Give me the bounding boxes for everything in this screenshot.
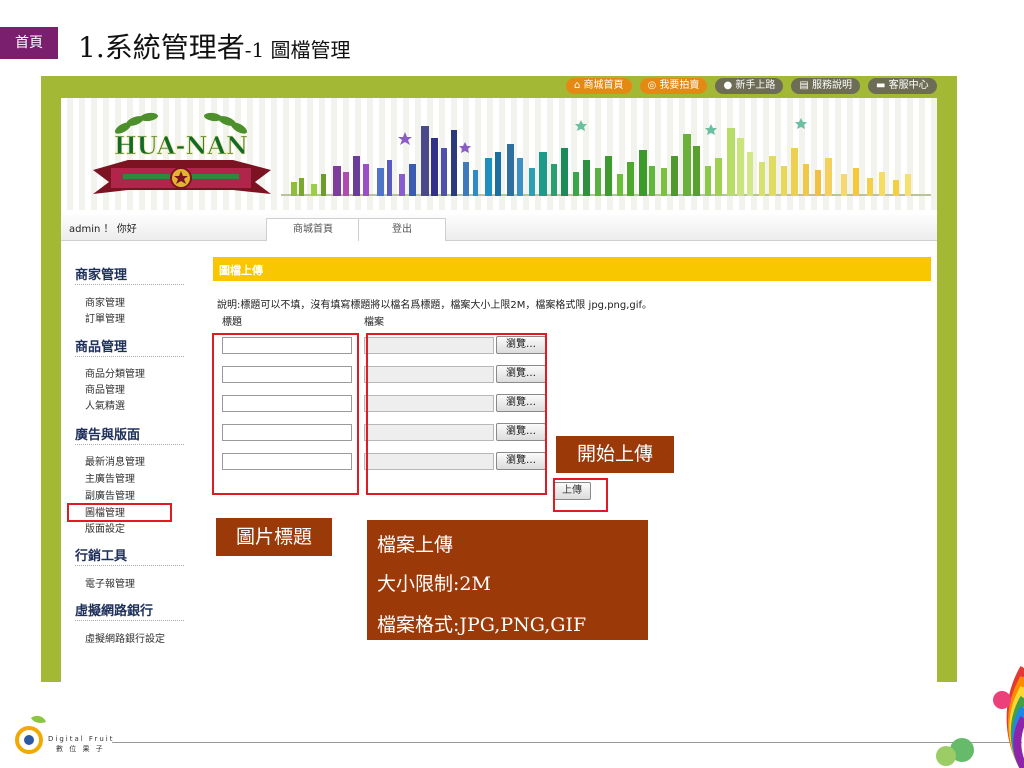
upload-instructions: 說明:標題可以不填，沒有填寫標題將以檔名爲標題，檔案大小上限2M，檔案格式限 j…: [217, 300, 653, 311]
annotation-box-upload-button: [553, 478, 608, 512]
sidebar-group-merchant[interactable]: 商家管理: [75, 264, 127, 283]
sidebar-item-popular-picks[interactable]: 人氣精選: [85, 397, 125, 412]
callout-line-file-upload: 檔案上傳: [377, 534, 454, 556]
sidebar-group-virtual-bank[interactable]: 虛擬網路銀行: [75, 600, 153, 619]
footer-divider: [112, 742, 1022, 743]
sidebar-item-virtual-bank-settings[interactable]: 虛擬網路銀行設定: [85, 630, 165, 645]
tab-label: 登出: [392, 224, 412, 235]
footer-brand-zh: 數 位 果 子: [56, 745, 105, 753]
status-bar: admin ！ 你好 商城首頁 登出: [61, 212, 937, 241]
footer-brand-en: Digital Fruit: [48, 735, 115, 743]
topnav-customer-service[interactable]: ▬ 客服中心: [867, 78, 937, 94]
sidebar-item-category-management[interactable]: 商品分類管理: [85, 365, 145, 380]
sidebar-item-newsletter[interactable]: 電子報管理: [85, 575, 135, 590]
site-banner: HUA-NAN: [61, 98, 937, 210]
sidebar-item-main-ad[interactable]: 主廣告管理: [85, 470, 135, 485]
slide-title-sub: -1 圖檔管理: [244, 38, 351, 62]
footer-brand: Digital Fruit 數 位 果 子: [48, 734, 114, 754]
top-nav: ⌂ 商城首頁 ◎ 我要拍賣 ● 新手上路 ▤ 服務說明 ▬ 客服中心: [566, 78, 937, 94]
annotation-box-file-column: [366, 333, 547, 495]
sidebar-divider: [75, 356, 184, 357]
column-header-file: 檔案: [364, 317, 384, 328]
city-skyline-illustration: [281, 118, 931, 196]
topnav-label: 我要拍賣: [659, 80, 700, 91]
sidebar-divider: [75, 284, 184, 285]
sidebar-item-sub-ad[interactable]: 副廣告管理: [85, 487, 135, 502]
slide-title: 1.系統管理者-1 圖檔管理: [78, 26, 351, 66]
sidebar-divider: [75, 444, 184, 445]
sidebar-item-product-management[interactable]: 商品管理: [85, 381, 125, 396]
user-greeting: admin ！ 你好: [69, 224, 137, 235]
topnav-auction[interactable]: ◎ 我要拍賣: [639, 78, 708, 94]
topnav-beginner[interactable]: ● 新手上路: [715, 78, 784, 94]
section-title: 圖檔上傳: [219, 264, 263, 277]
tab-logout[interactable]: 登出: [358, 218, 446, 241]
topnav-label: 商城首頁: [583, 80, 624, 91]
column-header-title: 標題: [222, 317, 242, 328]
logo-text: HUA-NAN: [114, 131, 248, 160]
sidebar-divider: [75, 565, 184, 566]
rainbow-decoration: [936, 666, 1024, 768]
topnav-service-info[interactable]: ▤ 服務說明: [791, 78, 860, 94]
topnav-label: 客服中心: [888, 80, 929, 91]
sidebar-item-news-management[interactable]: 最新消息管理: [85, 453, 145, 468]
callout-line-file-format: 檔案格式:JPG,PNG,GIF: [377, 614, 587, 636]
annotation-box-image-management: [67, 503, 172, 522]
callout-image-title: 圖片標題: [216, 518, 332, 556]
sidebar-group-products[interactable]: 商品管理: [75, 336, 127, 355]
tab-mall-home[interactable]: 商城首頁: [266, 218, 360, 241]
topnav-mall-home[interactable]: ⌂ 商城首頁: [566, 78, 632, 94]
topnav-label: 服務說明: [811, 80, 852, 91]
callout-start-upload: 開始上傳: [556, 436, 674, 473]
tab-label: 商城首頁: [293, 224, 333, 235]
callout-file-upload: 檔案上傳 大小限制:2M 檔案格式:JPG,PNG,GIF: [367, 520, 648, 640]
hua-nan-logo: HUA-NAN: [93, 112, 271, 194]
section-header-bar: 圖檔上傳: [213, 257, 931, 281]
sidebar-group-marketing[interactable]: 行銷工具: [75, 545, 127, 564]
sidebar-item-order-management[interactable]: 訂單管理: [85, 310, 125, 325]
annotation-box-title-column: [212, 333, 359, 495]
sidebar-divider: [75, 620, 184, 621]
topnav-label: 新手上路: [735, 80, 776, 91]
sidebar-item-layout-settings[interactable]: 版面設定: [85, 520, 125, 535]
slide-title-main: 1.系統管理者: [78, 31, 245, 64]
callout-line-size-limit: 大小限制:2M: [377, 573, 491, 595]
sidebar-group-ads-layout[interactable]: 廣告與版面: [75, 424, 140, 443]
sidebar-item-merchant-management[interactable]: 商家管理: [85, 294, 125, 309]
digital-fruit-logo-icon: [15, 715, 46, 754]
home-tag[interactable]: 首頁: [0, 27, 58, 59]
